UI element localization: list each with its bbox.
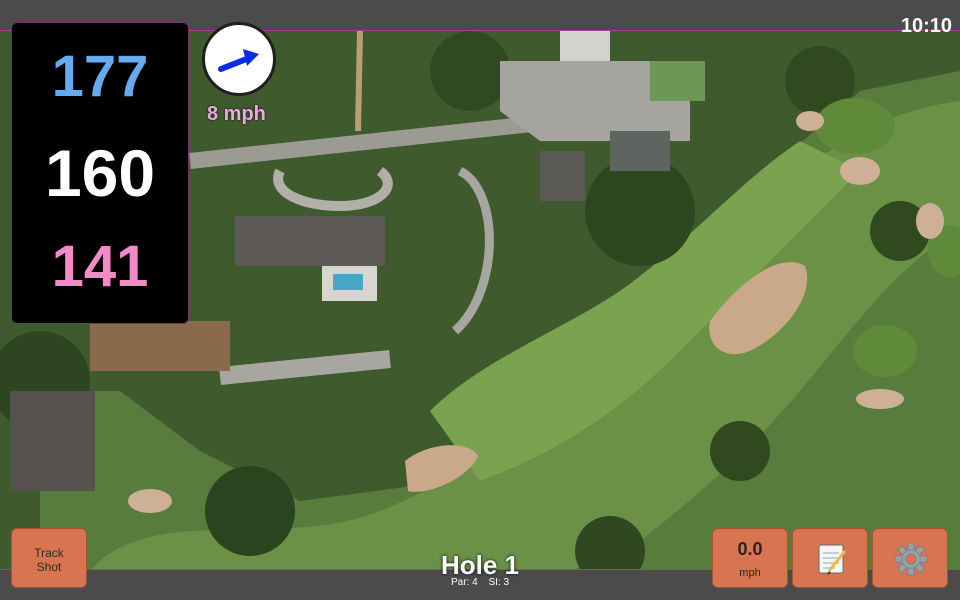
track-shot-button[interactable]: Track Shot <box>11 528 87 588</box>
distance-panel: 177 160 141 <box>11 22 189 324</box>
speed-unit: mph <box>739 567 761 579</box>
hole-stroke-index: SI: 3 <box>488 577 510 588</box>
wind-speed: 8 mph <box>207 103 266 125</box>
track-shot-label-line2: Shot <box>36 560 62 574</box>
settings-button[interactable] <box>872 528 948 588</box>
hole-meta: Par: 4 SI: 3 <box>380 577 580 588</box>
gear-icon <box>894 542 928 576</box>
notes-button[interactable] <box>792 528 868 588</box>
speed-value: 0.0 <box>737 539 763 559</box>
speed-button[interactable]: 0.0 mph <box>712 528 788 588</box>
middle-distance: 160 <box>44 136 156 210</box>
front-distance: 141 <box>51 234 149 299</box>
notepad-icon <box>818 544 847 575</box>
hole-par: Par: 4 <box>450 577 478 588</box>
arrow-right-up-icon <box>218 49 259 72</box>
wind-dial[interactable] <box>202 22 276 96</box>
back-distance: 177 <box>51 44 149 109</box>
track-shot-label-line1: Track <box>34 546 64 560</box>
clock: 10:10 <box>900 15 952 37</box>
